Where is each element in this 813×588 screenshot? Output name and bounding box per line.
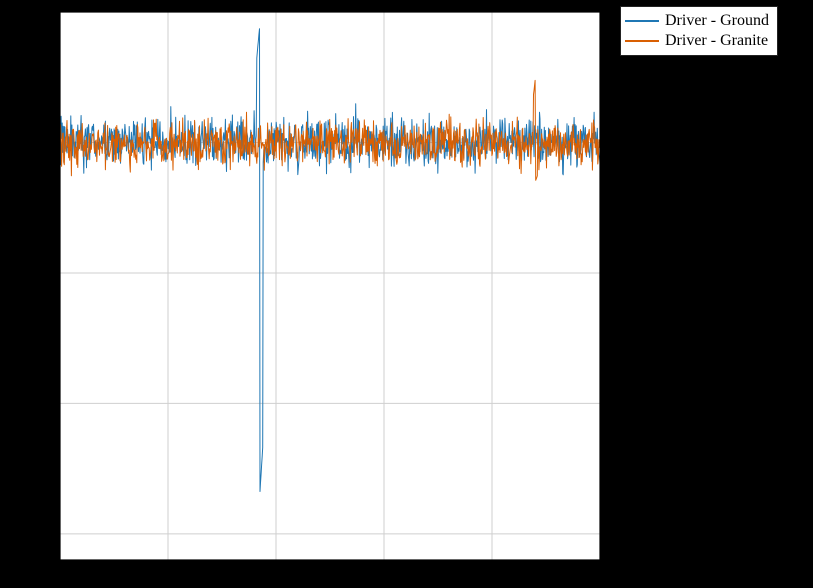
- legend-item-granite: Driver - Granite: [625, 31, 769, 51]
- legend-swatch-ground: [625, 20, 659, 22]
- legend-item-ground: Driver - Ground: [625, 11, 769, 31]
- time-series-chart: [0, 0, 813, 588]
- legend: Driver - Ground Driver - Granite: [620, 6, 778, 56]
- legend-label-granite: Driver - Granite: [665, 32, 768, 50]
- legend-swatch-granite: [625, 40, 659, 42]
- legend-label-ground: Driver - Ground: [665, 12, 769, 30]
